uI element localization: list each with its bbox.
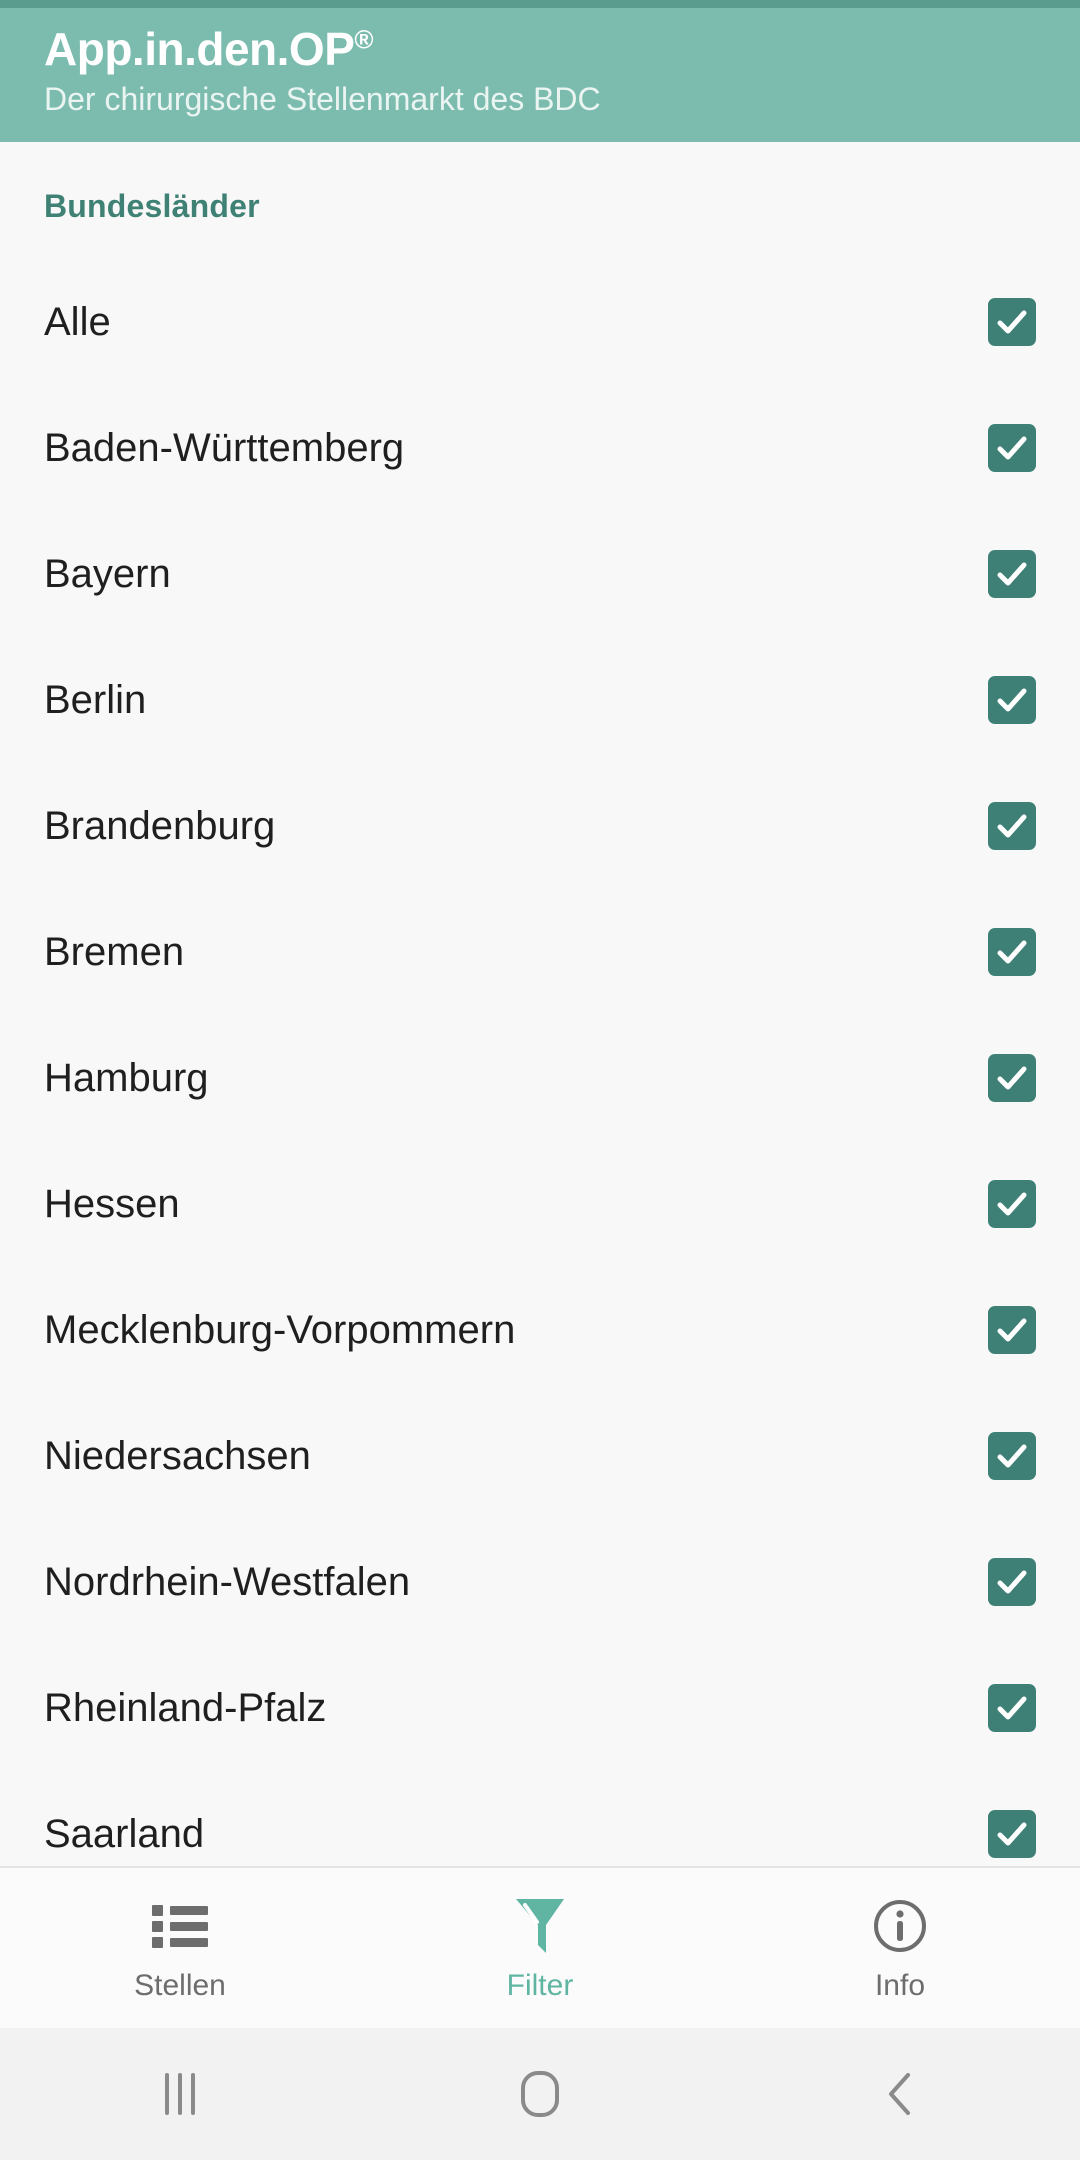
list-item[interactable]: Bremen: [44, 889, 1036, 1015]
check-icon: [997, 940, 1027, 964]
app-title-text: App.in.den.OP: [44, 22, 355, 75]
list-item[interactable]: Hessen: [44, 1141, 1036, 1267]
checkbox-checked[interactable]: [988, 1432, 1036, 1480]
list-item-label: Bremen: [44, 930, 185, 974]
check-icon: [997, 688, 1027, 712]
list-item-label: Brandenburg: [44, 804, 276, 848]
tab-label: Info: [874, 1969, 926, 2002]
list-item[interactable]: Bayern: [44, 511, 1036, 637]
checkbox-checked[interactable]: [988, 1558, 1036, 1606]
bundeslaender-list[interactable]: Alle Baden-Württemberg Bayern Berlin Branden…: [44, 259, 1036, 1866]
check-icon: [997, 1444, 1027, 1468]
check-icon: [997, 1570, 1027, 1594]
checkbox-checked[interactable]: [988, 928, 1036, 976]
list-item-label: Alle: [44, 300, 111, 344]
list-item[interactable]: Hamburg: [44, 1015, 1036, 1141]
check-icon: [997, 1696, 1027, 1720]
list-item-label: Berlin: [44, 678, 147, 722]
checkbox-checked[interactable]: [988, 424, 1036, 472]
list-item[interactable]: Niedersachsen: [44, 1393, 1036, 1519]
checkbox-checked[interactable]: [988, 1810, 1036, 1858]
check-icon: [997, 1066, 1027, 1090]
check-icon: [997, 562, 1027, 586]
list-item[interactable]: Brandenburg: [44, 763, 1036, 889]
registered-trademark-icon: ®: [354, 24, 374, 55]
list-item[interactable]: Nordrhein-Westfalen: [44, 1519, 1036, 1645]
list-item[interactable]: Saarland: [44, 1771, 1036, 1866]
android-nav-bar[interactable]: [0, 2028, 1080, 2160]
checkbox-checked[interactable]: [988, 298, 1036, 346]
list-item[interactable]: Rheinland-Pfalz: [44, 1645, 1036, 1771]
nav-recents-button[interactable]: [0, 2028, 360, 2160]
app-title: App.in.den.OP®: [44, 25, 1036, 73]
app-screen: App.in.den.OP® Der chirurgische Stellenm…: [0, 0, 1080, 2160]
checkbox-checked[interactable]: [988, 1054, 1036, 1102]
home-icon: [521, 2071, 559, 2117]
app-header: App.in.den.OP® Der chirurgische Stellenm…: [0, 8, 1080, 142]
list-item-label: Mecklenburg-Vorpommern: [44, 1308, 516, 1352]
checkbox-checked[interactable]: [988, 550, 1036, 598]
list-item-label: Bayern: [44, 552, 171, 596]
list-item[interactable]: Berlin: [44, 637, 1036, 763]
tab-label: Stellen: [134, 1969, 226, 2002]
tab-info[interactable]: Info: [720, 1868, 1080, 2028]
status-bar: [0, 0, 1080, 8]
tab-stellen[interactable]: Stellen: [0, 1868, 360, 2028]
list-item[interactable]: Mecklenburg-Vorpommern: [44, 1267, 1036, 1393]
check-icon: [997, 1318, 1027, 1342]
section-title-bundeslaender: Bundesländer: [44, 188, 260, 224]
tab-filter[interactable]: Filter: [360, 1868, 720, 2028]
list-item-label: Saarland: [44, 1812, 205, 1856]
checkbox-checked[interactable]: [988, 802, 1036, 850]
list-item-label: Nordrhein-Westfalen: [44, 1560, 411, 1604]
check-icon: [997, 436, 1027, 460]
list-item-label: Hessen: [44, 1182, 180, 1226]
check-icon: [997, 814, 1027, 838]
list-item-label: Rheinland-Pfalz: [44, 1686, 327, 1730]
list-item[interactable]: Baden-Württemberg: [44, 385, 1036, 511]
list-item-label: Niedersachsen: [44, 1434, 311, 1478]
check-icon: [997, 310, 1027, 334]
list-item-label: Baden-Württemberg: [44, 426, 405, 470]
tab-label: Filter: [506, 1969, 574, 2002]
back-icon: [889, 2073, 910, 2115]
list-item[interactable]: Alle: [44, 259, 1036, 385]
nav-home-button[interactable]: [360, 2028, 720, 2160]
list-item-label: Hamburg: [44, 1056, 209, 1100]
bottom-tab-bar[interactable]: Stellen Filter Info: [0, 1866, 1080, 2028]
recents-icon: [165, 2073, 195, 2115]
checkbox-checked[interactable]: [988, 1306, 1036, 1354]
nav-back-button[interactable]: [720, 2028, 1080, 2160]
funnel-icon: [513, 1895, 567, 1957]
checkbox-checked[interactable]: [988, 1180, 1036, 1228]
checkbox-checked[interactable]: [988, 676, 1036, 724]
check-icon: [997, 1822, 1027, 1846]
list-icon: [152, 1895, 208, 1957]
filter-content[interactable]: Bundesländer Alle Baden-Württemberg Bayern…: [0, 142, 1080, 1866]
info-circle-icon: [872, 1895, 928, 1957]
check-icon: [997, 1192, 1027, 1216]
app-subtitle: Der chirurgische Stellenmarkt des BDC: [44, 81, 601, 118]
checkbox-checked[interactable]: [988, 1684, 1036, 1732]
